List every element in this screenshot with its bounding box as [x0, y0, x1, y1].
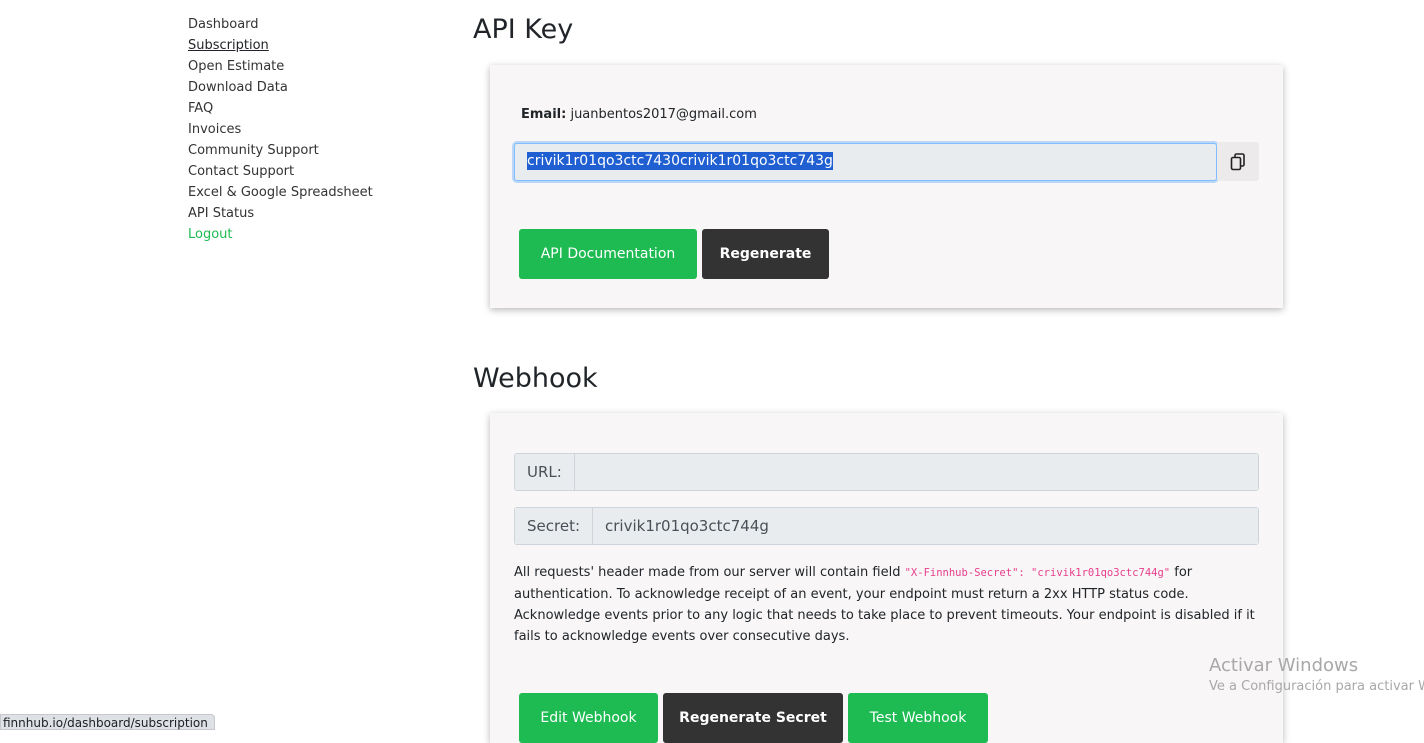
status-bar-url: finnhub.io/dashboard/subscription — [0, 714, 215, 730]
email-line: Email: juanbentos2017@gmail.com — [521, 107, 757, 122]
sidebar-item-contact-support[interactable]: Contact Support — [188, 161, 373, 182]
sidebar-item-open-estimate[interactable]: Open Estimate — [188, 56, 373, 77]
watermark-subtitle: Ve a Configuración para activar Windows. — [1209, 679, 1424, 694]
sidebar-item-community-support[interactable]: Community Support — [188, 140, 373, 161]
copy-icon — [1230, 152, 1245, 170]
sidebar-item-invoices[interactable]: Invoices — [188, 119, 373, 140]
url-input-group: URL: — [514, 453, 1259, 491]
url-input[interactable] — [574, 454, 1258, 490]
regenerate-secret-button[interactable]: Regenerate Secret — [663, 693, 843, 743]
email-label: Email: — [521, 107, 567, 122]
watermark-title: Activar Windows — [1209, 655, 1359, 676]
api-documentation-button[interactable]: API Documentation — [519, 229, 697, 279]
windows-activation-watermark: Activar Windows Ve a Configuración para … — [1209, 655, 1424, 697]
sidebar-item-logout[interactable]: Logout — [188, 224, 373, 245]
api-key-card: Email: juanbentos2017@gmail.com crivik1r… — [490, 65, 1283, 308]
test-webhook-button[interactable]: Test Webhook — [848, 693, 988, 743]
sidebar-item-dashboard[interactable]: Dashboard — [188, 14, 373, 35]
secret-header-code: "X-Finnhub-Secret": "crivik1r01qo3ctc744… — [904, 567, 1171, 579]
regenerate-button[interactable]: Regenerate — [702, 229, 829, 279]
url-label: URL: — [515, 454, 575, 490]
secret-input[interactable]: crivik1r01qo3ctc744g — [593, 508, 1258, 544]
sidebar-item-api-status[interactable]: API Status — [188, 203, 373, 224]
email-value: juanbentos2017@gmail.com — [570, 107, 757, 122]
copy-button[interactable] — [1217, 142, 1259, 181]
sidebar-item-download-data[interactable]: Download Data — [188, 77, 373, 98]
secret-input-group: Secret: crivik1r01qo3ctc744g — [514, 507, 1259, 545]
secret-label: Secret: — [515, 508, 593, 544]
webhook-heading: Webhook — [473, 363, 598, 394]
api-key-heading: API Key — [473, 14, 574, 45]
sidebar-item-faq[interactable]: FAQ — [188, 98, 373, 119]
sidebar-nav: Dashboard Subscription Open Estimate Dow… — [188, 14, 373, 245]
api-key-value[interactable]: crivik1r01qo3ctc7430crivik1r01qo3ctc743g — [527, 152, 833, 170]
api-key-field[interactable]: crivik1r01qo3ctc7430crivik1r01qo3ctc743g — [514, 143, 1217, 181]
description-text-before: All requests' header made from our serve… — [514, 565, 905, 580]
edit-webhook-button[interactable]: Edit Webhook — [519, 693, 658, 743]
sidebar-item-excel-google-spreadsheet[interactable]: Excel & Google Spreadsheet — [188, 182, 373, 203]
sidebar-item-subscription[interactable]: Subscription — [188, 35, 373, 56]
webhook-card: URL: Secret: crivik1r01qo3ctc744g All re… — [490, 413, 1283, 743]
webhook-description: All requests' header made from our serve… — [514, 562, 1262, 647]
